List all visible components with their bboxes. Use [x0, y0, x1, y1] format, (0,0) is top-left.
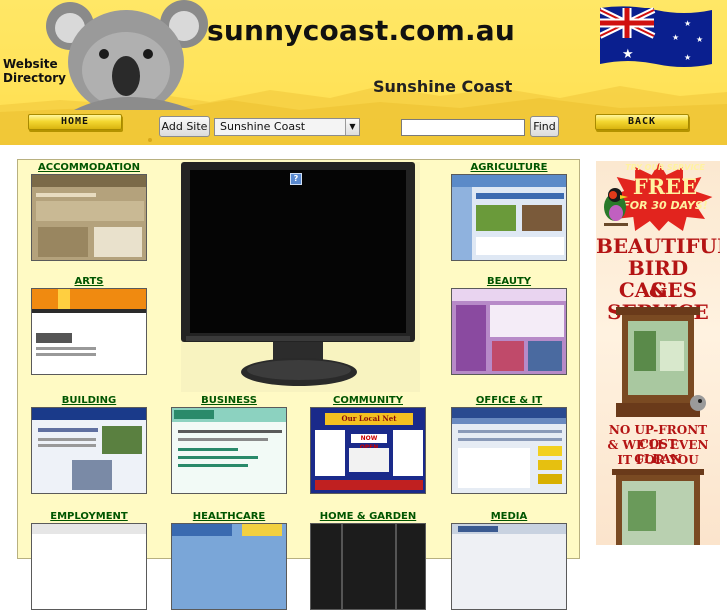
find-button[interactable]: Find: [530, 116, 559, 137]
category-beauty[interactable]: BEAUTY: [450, 276, 568, 375]
svg-text:★: ★: [622, 47, 634, 62]
category-business[interactable]: BUSINESS: [170, 395, 288, 494]
category-thumbnail[interactable]: [171, 407, 287, 494]
australian-flag-icon: ★ ★ ★ ★ ★: [600, 6, 712, 67]
community-banner: Our Local Net: [325, 413, 413, 425]
koala-icon: [46, 0, 208, 110]
home-button[interactable]: HOME: [28, 114, 122, 130]
site-title: sunnycoast.com.au: [207, 14, 516, 47]
category-media[interactable]: MEDIA: [450, 511, 568, 610]
category-label[interactable]: HOME & GARDEN: [309, 511, 427, 523]
region-select[interactable]: Sunshine Coast ▼: [214, 118, 360, 136]
category-label[interactable]: AGRICULTURE: [450, 162, 568, 174]
chevron-down-icon[interactable]: ▼: [345, 119, 359, 135]
category-home-garden[interactable]: HOME & GARDEN: [309, 511, 427, 610]
site-header: Website Directory sunnycoast.com.au Suns…: [0, 0, 727, 145]
featured-site-monitor[interactable]: ?: [181, 162, 420, 392]
category-thumbnail[interactable]: [451, 407, 567, 494]
search-input[interactable]: [401, 119, 525, 136]
category-thumbnail[interactable]: [31, 174, 147, 261]
category-arts[interactable]: ARTS: [30, 276, 148, 375]
svg-text:★: ★: [684, 19, 691, 28]
bird-cage-icon: [612, 469, 704, 545]
svg-text:★: ★: [696, 35, 703, 44]
category-label[interactable]: MEDIA: [450, 511, 568, 523]
category-label[interactable]: BUSINESS: [170, 395, 288, 407]
category-thumbnail[interactable]: [31, 523, 147, 610]
category-thumbnail[interactable]: Our Local Net NOW OPEN: [310, 407, 426, 494]
category-accommodation[interactable]: ACCOMMODATION: [30, 162, 148, 261]
category-thumbnail[interactable]: [451, 174, 567, 261]
region-select-value: Sunshine Coast: [220, 120, 306, 133]
category-building[interactable]: BUILDING: [30, 395, 148, 494]
category-label[interactable]: ARTS: [30, 276, 148, 288]
ad-headline-1: BEAUTIFUL: [596, 234, 720, 258]
category-healthcare[interactable]: HEALTHCARE: [170, 511, 288, 610]
back-button[interactable]: BACK: [595, 114, 689, 130]
finch-bird-icon: [604, 188, 628, 226]
svg-text:★: ★: [672, 33, 679, 42]
bird-cage-icon: [616, 307, 706, 417]
category-thumbnail[interactable]: [31, 288, 147, 375]
category-label[interactable]: BEAUTY: [450, 276, 568, 288]
category-label[interactable]: BUILDING: [30, 395, 148, 407]
add-site-button[interactable]: Add Site: [159, 116, 210, 137]
category-office-it[interactable]: OFFICE & IT: [450, 395, 568, 494]
lcd-monitor-icon: [181, 162, 415, 386]
category-agriculture[interactable]: AGRICULTURE: [450, 162, 568, 261]
directory-line-2: Directory: [3, 71, 66, 85]
category-thumbnail[interactable]: [310, 523, 426, 610]
category-thumbnail[interactable]: [451, 288, 567, 375]
broken-image-icon: ?: [290, 173, 302, 185]
ad-footer-3: IT FOR YOU: [617, 453, 699, 467]
bird-cage-advertisement[interactable]: TRY OUR SERVICE FREE FOR 30 DAYS! BEAUTI…: [596, 161, 720, 545]
directory-line-1: Website: [3, 57, 58, 71]
category-label[interactable]: OFFICE & IT: [450, 395, 568, 407]
category-label[interactable]: HEALTHCARE: [170, 511, 288, 523]
website-directory-label: Website Directory: [3, 57, 66, 85]
category-thumbnail[interactable]: [31, 407, 147, 494]
category-label[interactable]: COMMUNITY: [309, 395, 427, 407]
category-employment[interactable]: EMPLOYMENT: [30, 511, 148, 610]
category-label[interactable]: ACCOMMODATION: [30, 162, 148, 174]
svg-text:★: ★: [684, 53, 691, 62]
category-thumbnail[interactable]: [171, 523, 287, 610]
category-community[interactable]: COMMUNITY Our Local Net NOW OPEN: [309, 395, 427, 494]
category-thumbnail[interactable]: [451, 523, 567, 610]
ad-promo-line-1: TRY OUR SERVICE: [625, 163, 705, 172]
category-label[interactable]: EMPLOYMENT: [30, 511, 148, 523]
site-subtitle: Sunshine Coast: [373, 77, 513, 96]
community-open-label: NOW OPEN: [351, 434, 387, 451]
